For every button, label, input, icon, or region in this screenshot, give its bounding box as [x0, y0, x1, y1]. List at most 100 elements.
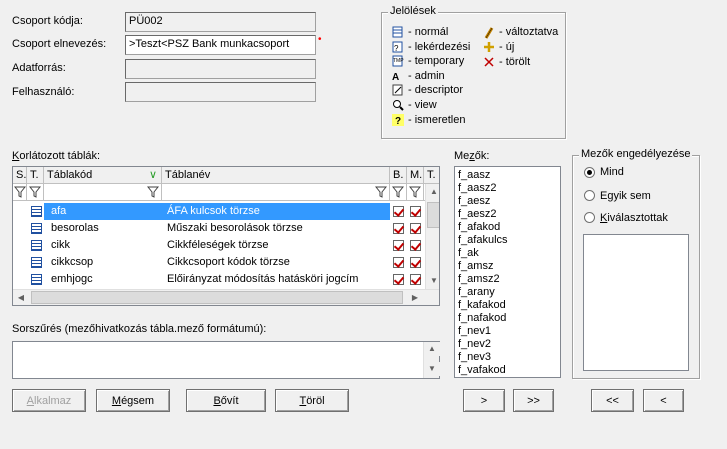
row-filter-input[interactable]: ▲ ▼: [12, 341, 440, 379]
radio-selected-label[interactable]: Kiválasztottak: [600, 212, 668, 224]
checkbox-m[interactable]: [410, 240, 421, 251]
scroll-down-icon[interactable]: ▼: [424, 362, 440, 376]
col-header-t[interactable]: T.: [27, 167, 44, 184]
col-header-s[interactable]: S.: [13, 167, 27, 184]
col-header-b[interactable]: B.: [390, 167, 407, 184]
row-filter-scrollbar[interactable]: ▲ ▼: [423, 342, 440, 378]
move-left-button[interactable]: <: [643, 389, 684, 412]
scroll-right-icon[interactable]: ▶: [407, 290, 423, 305]
table-code-cell[interactable]: cikk: [48, 237, 162, 254]
filter-icon[interactable]: [146, 186, 160, 198]
apply-button[interactable]: Alkalmaz: [12, 389, 86, 412]
list-item[interactable]: f_nev2: [455, 338, 560, 351]
selected-fields-list[interactable]: [583, 234, 689, 371]
table-name-cell[interactable]: Cikkcsoport kódok törzse: [164, 254, 390, 271]
scroll-left-icon[interactable]: ◀: [13, 290, 29, 305]
delete-button[interactable]: Töröl: [275, 389, 349, 412]
checkbox-b[interactable]: [393, 206, 404, 217]
fields-list[interactable]: f_aasz f_aasz2 f_aesz f_aesz2 f_afakod f_afak…: [454, 166, 561, 378]
filter-cell-b[interactable]: [390, 184, 407, 201]
radio-none[interactable]: [584, 190, 595, 201]
scroll-thumb[interactable]: [427, 202, 439, 228]
scroll-up-icon[interactable]: ▲: [426, 184, 439, 200]
table-code-cell[interactable]: cikkcsop: [48, 254, 162, 271]
list-item[interactable]: f_nev3: [455, 351, 560, 364]
table-name-cell[interactable]: ÁFA kulcsok törzse: [164, 203, 390, 220]
list-item[interactable]: f_afakulcs: [455, 234, 560, 247]
col-header-table-name[interactable]: Táblanév: [162, 167, 390, 184]
table-row[interactable]: emhjogc Előirányzat módosítás hatásköri j…: [13, 271, 427, 288]
radio-selected[interactable]: [584, 212, 595, 223]
list-item[interactable]: f_aesz: [455, 195, 560, 208]
filter-icon[interactable]: [13, 186, 27, 198]
table-icon: [31, 240, 42, 251]
hscroll-thumb[interactable]: [31, 291, 403, 304]
radio-none-label[interactable]: Egyik sem: [600, 190, 651, 202]
scroll-down-icon[interactable]: ▼: [426, 273, 439, 289]
table-icon: [31, 274, 42, 285]
table-name-cell[interactable]: Előirányzat módosítás hatásköri jogcím: [164, 271, 390, 288]
move-all-left-button[interactable]: <<: [591, 389, 634, 412]
filter-icon[interactable]: [391, 186, 405, 198]
legend-item: A - admin: [392, 69, 445, 83]
checkbox-b[interactable]: [393, 274, 404, 285]
radio-all-label[interactable]: Mind: [600, 166, 624, 178]
list-item[interactable]: f_nafakod: [455, 312, 560, 325]
table-code-cell[interactable]: emhjogc: [48, 271, 162, 288]
scroll-up-icon[interactable]: ▲: [424, 342, 440, 356]
list-item[interactable]: f_vafakod: [455, 364, 560, 377]
checkbox-m[interactable]: [410, 206, 421, 217]
table-row[interactable]: afa ÁFA kulcsok törzse: [13, 203, 427, 220]
col-header-t2[interactable]: T.: [424, 167, 439, 184]
filter-cell-t[interactable]: [27, 184, 44, 201]
legend-status-item: - változtatva: [483, 25, 558, 39]
move-right-button[interactable]: >: [463, 389, 505, 412]
grid-horizontal-scrollbar[interactable]: ◀ ▶: [13, 289, 439, 305]
restricted-tables-grid[interactable]: S. T. Táblakód ∨ Táblanév B. M. T. afa ÁFA…: [12, 166, 440, 306]
expand-button[interactable]: Bővít: [186, 389, 266, 412]
table-code-cell[interactable]: besorolas: [48, 220, 162, 237]
checkbox-m[interactable]: [410, 257, 421, 268]
filter-cell-m[interactable]: [407, 184, 424, 201]
col-header-table-code[interactable]: Táblakód ∨: [44, 167, 162, 184]
table-name-cell[interactable]: Cikkféleségek törzse: [164, 237, 390, 254]
filter-cell-table-code[interactable]: [44, 184, 162, 201]
checkbox-b[interactable]: [393, 240, 404, 251]
group-name-input[interactable]: >Teszt<PSZ Bank munkacsoport: [125, 35, 316, 55]
checkbox-b[interactable]: [393, 223, 404, 234]
cancel-button[interactable]: Mégsem: [96, 389, 170, 412]
list-item[interactable]: f_aasz: [455, 169, 560, 182]
table-row[interactable]: besorolas Műszaki besorolások törzse: [13, 220, 427, 237]
checkbox-b[interactable]: [393, 257, 404, 268]
table-name-cell[interactable]: Műszaki besorolások törzse: [164, 220, 390, 237]
list-item[interactable]: f_afakod: [455, 221, 560, 234]
list-item[interactable]: f_nev1: [455, 325, 560, 338]
table-icon: [31, 223, 42, 234]
col-header-m[interactable]: M.: [407, 167, 424, 184]
table-row[interactable]: cikk Cikkféleségek törzse: [13, 237, 427, 254]
filter-icon[interactable]: [28, 186, 42, 198]
list-item[interactable]: f_arany: [455, 286, 560, 299]
table-icon: [31, 206, 42, 217]
list-item[interactable]: f_kafakod: [455, 299, 560, 312]
radio-all[interactable]: [584, 167, 595, 178]
legend-item-label: - view: [408, 99, 437, 111]
legend-item-label: - descriptor: [408, 84, 464, 97]
checkbox-m[interactable]: [410, 274, 421, 285]
grid-vertical-scrollbar[interactable]: ▲ ▼: [425, 184, 439, 289]
filter-icon[interactable]: [374, 186, 388, 198]
temp-table-icon: TMP: [392, 55, 404, 67]
list-item[interactable]: f_amsz: [455, 260, 560, 273]
descriptor-icon: [392, 84, 404, 96]
legend-title: Jelölések: [388, 5, 438, 17]
list-item[interactable]: f_aasz2: [455, 182, 560, 195]
filter-cell-s[interactable]: [13, 184, 27, 201]
list-item[interactable]: f_amsz2: [455, 273, 560, 286]
checkbox-m[interactable]: [410, 223, 421, 234]
filter-icon[interactable]: [408, 186, 422, 198]
filter-cell-table-name[interactable]: [162, 184, 390, 201]
list-item[interactable]: f_aesz2: [455, 208, 560, 221]
move-all-right-button[interactable]: >>: [513, 389, 554, 412]
list-item[interactable]: f_ak: [455, 247, 560, 260]
table-row[interactable]: cikkcsop Cikkcsoport kódok törzse: [13, 254, 427, 271]
